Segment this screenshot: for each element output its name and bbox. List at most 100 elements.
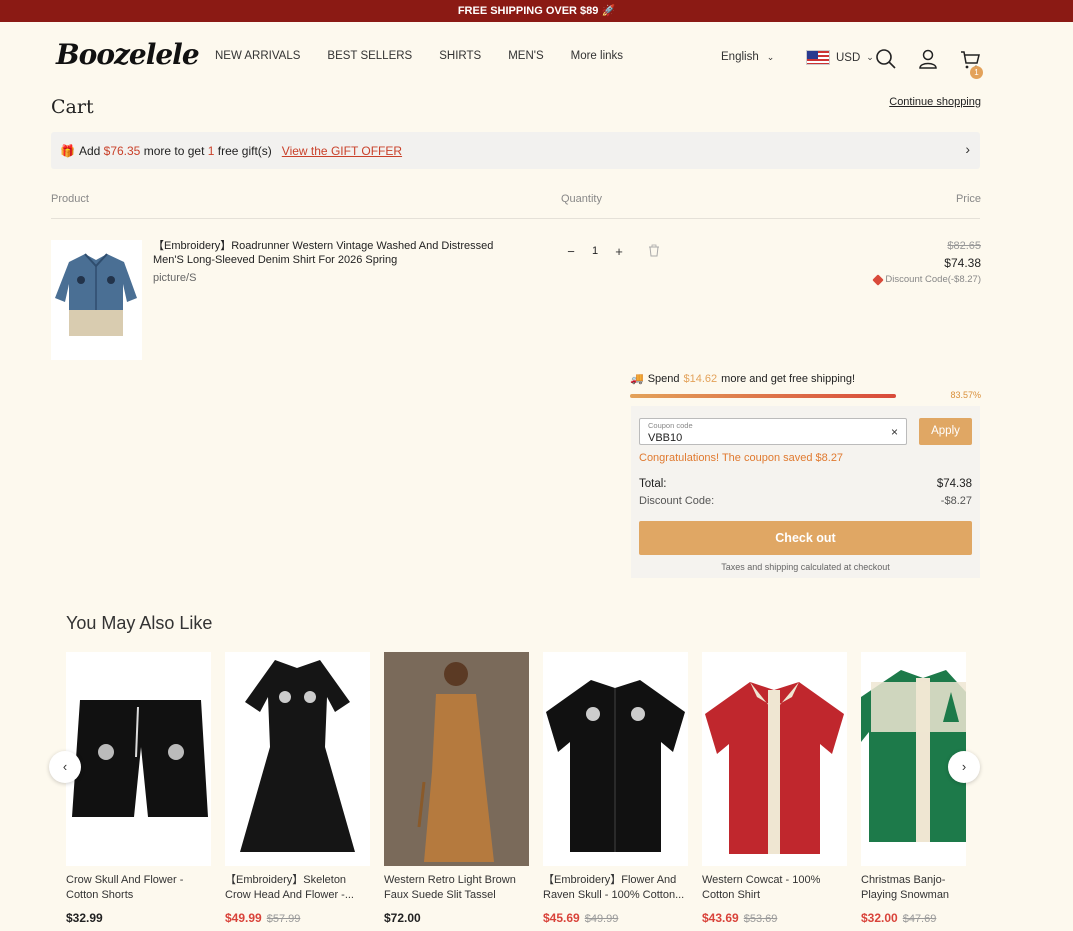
continue-shopping-link[interactable]: Continue shopping — [889, 96, 981, 108]
product-card[interactable]: 【Embroidery】Flower And Raven Skull - 100… — [543, 652, 688, 925]
gift-amount: $76.35 — [103, 143, 141, 158]
coupon-input[interactable]: VBB10 — [648, 432, 682, 444]
main-nav: NEW ARRIVALS BEST SELLERS SHIRTS MEN'S M… — [215, 50, 623, 62]
discount-value: -$8.27 — [940, 495, 972, 507]
chevron-right-icon[interactable]: › — [965, 141, 970, 157]
language-label: English — [721, 51, 759, 63]
decrease-quantity-button[interactable]: − — [561, 241, 581, 261]
truck-icon: 🚚 — [630, 373, 644, 385]
search-icon[interactable] — [875, 48, 897, 70]
product-card[interactable]: Crow Skull And Flower - Cotton Shorts $3… — [66, 652, 211, 925]
product-card-image[interactable] — [384, 652, 529, 866]
total-row: Total: $74.38 — [639, 478, 972, 490]
chevron-down-icon: ⌄ — [766, 52, 775, 62]
nav-best-sellers[interactable]: BEST SELLERS — [327, 50, 412, 62]
product-card-prices: $45.69 $49.99 — [543, 911, 688, 925]
gift-middle: more to get — [143, 143, 205, 158]
nav-new-arrivals[interactable]: NEW ARRIVALS — [215, 50, 300, 62]
order-summary: Coupon code VBB10 × Apply Congratulation… — [631, 406, 980, 578]
site-header: Boozelele NEW ARRIVALS BEST SELLERS SHIR… — [0, 22, 1073, 94]
site-logo[interactable]: Boozelele — [56, 38, 200, 71]
shipping-prefix: Spend — [647, 372, 680, 385]
nav-mens[interactable]: MEN'S — [508, 50, 543, 62]
column-header-product: Product — [51, 193, 89, 205]
product-card-original-price: $49.99 — [584, 913, 619, 925]
shipping-progress-percent: 83.57% — [950, 390, 981, 400]
tag-icon — [872, 273, 885, 286]
gift-prefix: Add — [78, 143, 101, 158]
product-card-image[interactable] — [66, 652, 211, 866]
coupon-field[interactable]: Coupon code VBB10 × — [639, 418, 907, 445]
chevron-down-icon: ⌄ — [866, 52, 874, 62]
carousel-prev-button[interactable]: ‹ — [49, 751, 81, 783]
product-card-name[interactable]: Crow Skull And Flower - Cotton Shorts — [66, 873, 211, 903]
product-card-name[interactable]: 【Embroidery】Flower And Raven Skull - 100… — [543, 873, 688, 903]
column-header-price: Price — [955, 193, 981, 205]
product-card-price: $72.00 — [384, 911, 421, 925]
gift-count: 1 — [207, 143, 215, 158]
product-variant: picture/S — [153, 272, 197, 284]
page-title: Cart — [51, 96, 94, 118]
item-price: $74.38 — [944, 256, 981, 270]
discount-tag: Discount Code(-$8.27) — [872, 273, 981, 286]
nav-more-links[interactable]: More links — [571, 50, 623, 62]
product-card-name[interactable]: 【Embroidery】Skeleton Crow Head And Flowe… — [225, 873, 370, 903]
free-shipping-message: 🚚 Spend $14.62 more and get free shippin… — [630, 372, 856, 386]
promo-bar: FREE SHIPPING OVER $89 🚀 — [0, 0, 1073, 22]
clear-icon[interactable]: × — [891, 425, 898, 439]
product-card[interactable]: Western Cowcat - 100% Cotton Shirt $43.6… — [702, 652, 847, 925]
product-card-original-price: $53.69 — [743, 913, 778, 925]
product-card-prices: $32.00 $47.69 — [861, 911, 966, 925]
cart-count-badge: 1 — [970, 66, 983, 79]
product-card[interactable]: Western Retro Light Brown Faux Suede Sli… — [384, 652, 529, 925]
product-card-prices: $43.69 $53.69 — [702, 911, 847, 925]
discount-tag-label: Discount Code(-$8.27) — [885, 274, 981, 285]
shipping-progress-bar — [630, 394, 896, 398]
gift-icon: 🎁 — [60, 143, 75, 158]
gift-suffix: free gift(s) — [217, 143, 272, 158]
product-name[interactable]: 【Embroidery】Roadrunner Western Vintage W… — [153, 239, 513, 267]
quantity-value[interactable]: 1 — [581, 245, 609, 257]
nav-shirts[interactable]: SHIRTS — [439, 50, 481, 62]
us-flag-icon — [806, 50, 830, 65]
product-card-image[interactable] — [225, 652, 370, 866]
shipping-suffix: more and get free shipping! — [721, 372, 856, 385]
product-card-price: $32.00 — [861, 911, 898, 925]
apply-coupon-button[interactable]: Apply — [919, 418, 972, 445]
product-card-name[interactable]: Christmas Banjo-Playing Snowman And Chri… — [861, 873, 966, 903]
trash-icon[interactable] — [648, 244, 660, 257]
discount-label: Discount Code: — [639, 495, 715, 507]
view-gift-offer-link[interactable]: View the GIFT OFFER — [282, 144, 402, 158]
divider — [51, 218, 980, 219]
product-card-name[interactable]: Western Retro Light Brown Faux Suede Sli… — [384, 873, 529, 903]
product-card-price: $32.99 — [66, 911, 103, 925]
gift-offer-bar[interactable]: 🎁 Add $76.35 more to get 1 free gift(s) … — [51, 132, 980, 169]
checkout-button[interactable]: Check out — [639, 521, 972, 555]
product-card-image[interactable] — [543, 652, 688, 866]
tax-note: Taxes and shipping calculated at checkou… — [721, 562, 890, 572]
product-card-original-price: $47.69 — [902, 913, 937, 925]
carousel-next-button[interactable]: › — [948, 751, 980, 783]
discount-row: Discount Code: -$8.27 — [639, 495, 972, 507]
currency-label: USD — [836, 51, 861, 64]
product-image[interactable] — [51, 240, 142, 360]
account-icon[interactable] — [917, 48, 939, 70]
increase-quantity-button[interactable]: + — [609, 241, 629, 261]
quantity-stepper: − 1 + — [561, 241, 629, 261]
recommendations-title: You May Also Like — [66, 613, 213, 633]
coupon-label: Coupon code — [648, 421, 693, 430]
total-value: $74.38 — [936, 478, 972, 490]
product-card-prices: $72.00 — [384, 911, 529, 925]
product-card-price: $43.69 — [702, 911, 739, 925]
currency-selector[interactable]: USD ⌄ — [806, 50, 874, 65]
product-card-image[interactable] — [702, 652, 847, 866]
column-header-quantity: Quantity — [561, 193, 602, 205]
product-card-prices: $32.99 — [66, 911, 211, 925]
original-price: $82.65 — [947, 240, 981, 252]
language-selector[interactable]: English ⌄ — [721, 51, 774, 63]
product-card-name[interactable]: Western Cowcat - 100% Cotton Shirt — [702, 873, 847, 903]
product-card-price: $49.99 — [225, 911, 262, 925]
product-card[interactable]: Christmas Banjo-Playing Snowman And Chri… — [861, 652, 966, 925]
product-card[interactable]: 【Embroidery】Skeleton Crow Head And Flowe… — [225, 652, 370, 925]
coupon-success-message: Congratulations! The coupon saved $8.27 — [639, 452, 844, 464]
